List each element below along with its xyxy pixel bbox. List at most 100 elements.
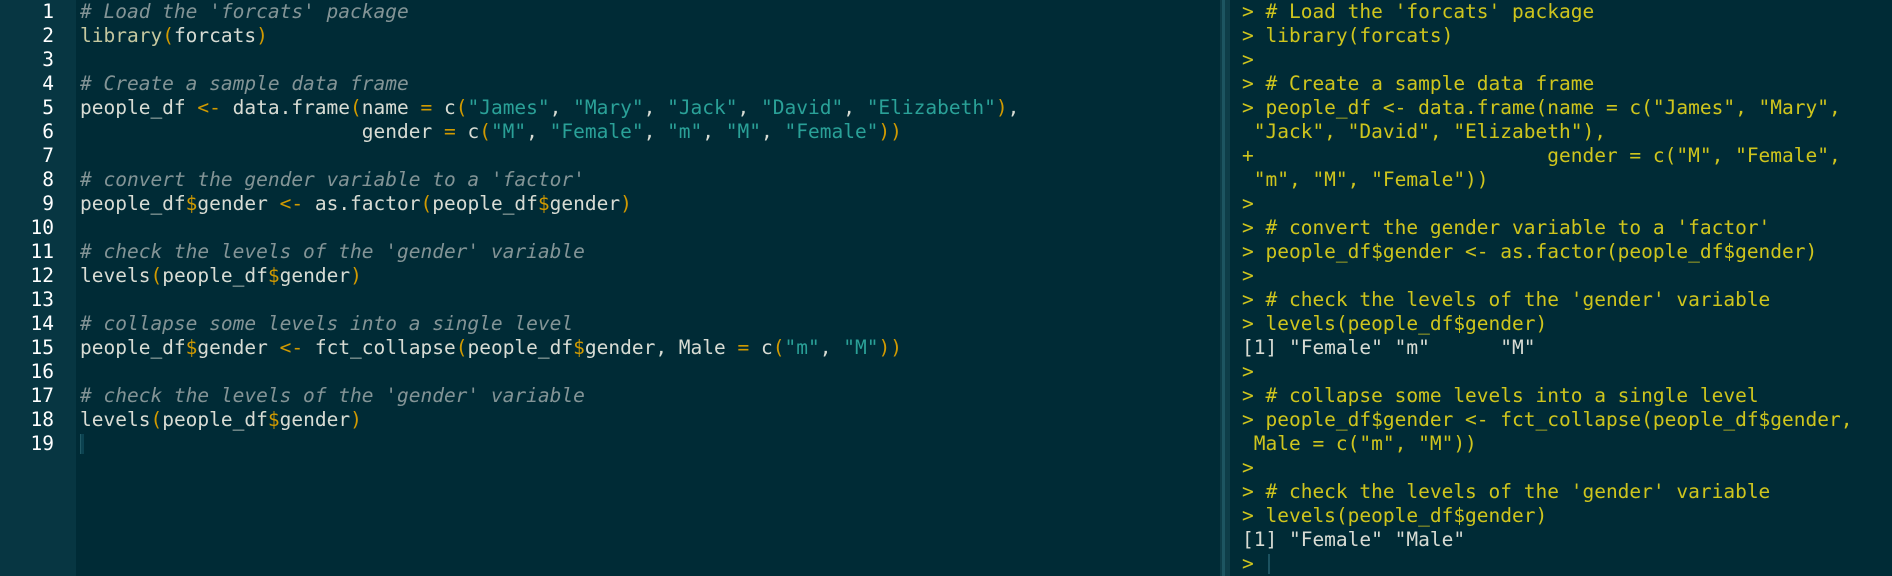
- code-token: ): [620, 192, 632, 215]
- code-token: people_df: [467, 336, 574, 359]
- code-token: as.factor: [303, 192, 421, 215]
- code-token: =: [443, 120, 456, 143]
- console-echo-line: > # check the levels of the 'gender' var…: [1242, 288, 1771, 311]
- code-token: $: [537, 192, 550, 215]
- code-token: levels: [80, 408, 151, 431]
- line-number: 14: [30, 312, 54, 335]
- line-number: 19: [30, 432, 54, 455]
- console-echo-line: + gender = c("M", "Female",: [1242, 144, 1841, 167]
- code-token: <-: [279, 336, 304, 359]
- code-token: "Female": [549, 120, 644, 143]
- line-number: 13: [30, 288, 54, 311]
- line-number: 7: [42, 144, 54, 167]
- console-output-line: [1] "Female" "m" "M": [1242, 336, 1536, 359]
- line-number: 2: [42, 24, 54, 47]
- line-number: 3: [42, 48, 54, 71]
- console-pane[interactable]: > # Load the 'forcats' package > library(…: [1230, 0, 1892, 576]
- console-echo-line: Male = c("m", "M")): [1242, 432, 1477, 455]
- code-token: "m": [784, 336, 820, 359]
- line-number: 17: [30, 384, 54, 407]
- code-line[interactable]: # collapse some levels into a single lev…: [80, 312, 573, 336]
- console-echo-line: > people_df <- data.frame(name = c("Jame…: [1242, 96, 1841, 119]
- console-echo-line: >: [1242, 192, 1254, 215]
- code-token: "Mary": [573, 96, 644, 119]
- console-echo-line: > # convert the gender variable to a 'fa…: [1242, 216, 1771, 239]
- code-token: ,: [761, 120, 785, 143]
- console-input-caret[interactable]: [1268, 554, 1270, 574]
- code-token: (: [455, 96, 468, 119]
- code-token: library: [80, 24, 163, 47]
- code-token: (: [772, 336, 785, 359]
- code-token: (: [420, 192, 433, 215]
- console-echo-line: > # Load the 'forcats' package: [1242, 0, 1595, 23]
- line-number: 10: [30, 216, 54, 239]
- code-token: ,: [737, 96, 762, 119]
- code-line[interactable]: people_df$gender <- as.factor(people_df$…: [80, 192, 632, 216]
- code-token: ): [350, 264, 362, 287]
- code-token: "Female": [784, 120, 879, 143]
- line-number: 4: [42, 72, 54, 95]
- code-token: ,: [1007, 96, 1020, 119]
- code-token: people_df: [432, 192, 538, 215]
- code-token: ,: [702, 120, 726, 143]
- code-token: <-: [197, 96, 221, 119]
- code-token: ,: [643, 96, 668, 119]
- code-line[interactable]: # Load the 'forcats' package: [80, 0, 409, 24]
- code-token: (: [150, 408, 163, 431]
- code-token: )): [878, 120, 902, 143]
- code-token: data.frame: [220, 96, 351, 119]
- console-echo-line: > library(forcats): [1242, 24, 1454, 47]
- line-number-gutter: 1 2 3 4 5 6 7 8 9 10 11 12 13 14 15 16 17 18 19: [0, 0, 76, 576]
- console-echo-line: > levels(people_df$gender): [1242, 312, 1548, 335]
- code-token: gender: [549, 192, 621, 215]
- code-token: # Create a sample data frame: [80, 72, 409, 95]
- line-number: 6: [42, 120, 54, 143]
- console-echo-line: >: [1242, 264, 1254, 287]
- line-number: 9: [42, 192, 54, 215]
- code-token: people_df: [162, 408, 268, 431]
- console-echo-line: >: [1242, 360, 1254, 383]
- code-line[interactable]: levels(people_df$gender): [80, 264, 362, 288]
- code-line[interactable]: # Create a sample data frame: [80, 72, 409, 96]
- code-line[interactable]: gender = c("M", "Female", "m", "M", "Fem…: [80, 120, 902, 144]
- pane-splitter[interactable]: [1220, 0, 1230, 576]
- code-token: c: [749, 336, 773, 359]
- code-token: name: [361, 96, 421, 119]
- code-token: (: [479, 120, 491, 143]
- code-token: gender: [197, 336, 280, 359]
- code-token: ,: [643, 120, 668, 143]
- code-line[interactable]: people_df <- data.frame(name = c("James"…: [80, 96, 1019, 120]
- code-line[interactable]: # check the levels of the 'gender' varia…: [80, 384, 585, 408]
- code-token: ,: [526, 120, 550, 143]
- code-token: levels: [80, 264, 151, 287]
- code-token: "James": [467, 96, 550, 119]
- code-line[interactable]: # convert the gender variable to a 'fact…: [80, 168, 585, 192]
- source-editor[interactable]: 1 2 3 4 5 6 7 8 9 10 11 12 13 14 15 16 17 18 19 # Load the…: [0, 0, 1220, 576]
- line-number: 15: [30, 336, 54, 359]
- code-token: people_df: [80, 336, 186, 359]
- code-token: gender: [197, 192, 280, 215]
- code-token: (: [455, 336, 468, 359]
- code-token: ,: [819, 336, 844, 359]
- code-line[interactable]: levels(people_df$gender): [80, 408, 362, 432]
- code-token: forcats: [173, 24, 257, 47]
- code-token: $: [185, 336, 198, 359]
- code-token: c: [455, 120, 480, 143]
- code-line[interactable]: library(forcats): [80, 24, 268, 48]
- code-token: "M": [725, 120, 762, 143]
- code-line[interactable]: people_df$gender <- fct_collapse(people_…: [80, 336, 902, 360]
- code-token: $: [573, 336, 585, 359]
- code-token: "m": [667, 120, 703, 143]
- console-echo-line: > people_df$gender <- fct_collapse(peopl…: [1242, 408, 1853, 431]
- console-echo-line: "Jack", "David", "Elizabeth"),: [1242, 120, 1606, 143]
- code-token: gender: [279, 264, 351, 287]
- line-number: 1: [42, 0, 54, 23]
- code-token: (: [150, 264, 163, 287]
- console-output-line: [1] "Female" "Male": [1242, 528, 1466, 551]
- code-token: <-: [279, 192, 304, 215]
- code-token: "David": [761, 96, 844, 119]
- code-token: fct_collapse: [303, 336, 456, 359]
- line-number: 8: [42, 168, 54, 191]
- code-token: $: [267, 408, 280, 431]
- code-line[interactable]: # check the levels of the 'gender' varia…: [80, 240, 585, 264]
